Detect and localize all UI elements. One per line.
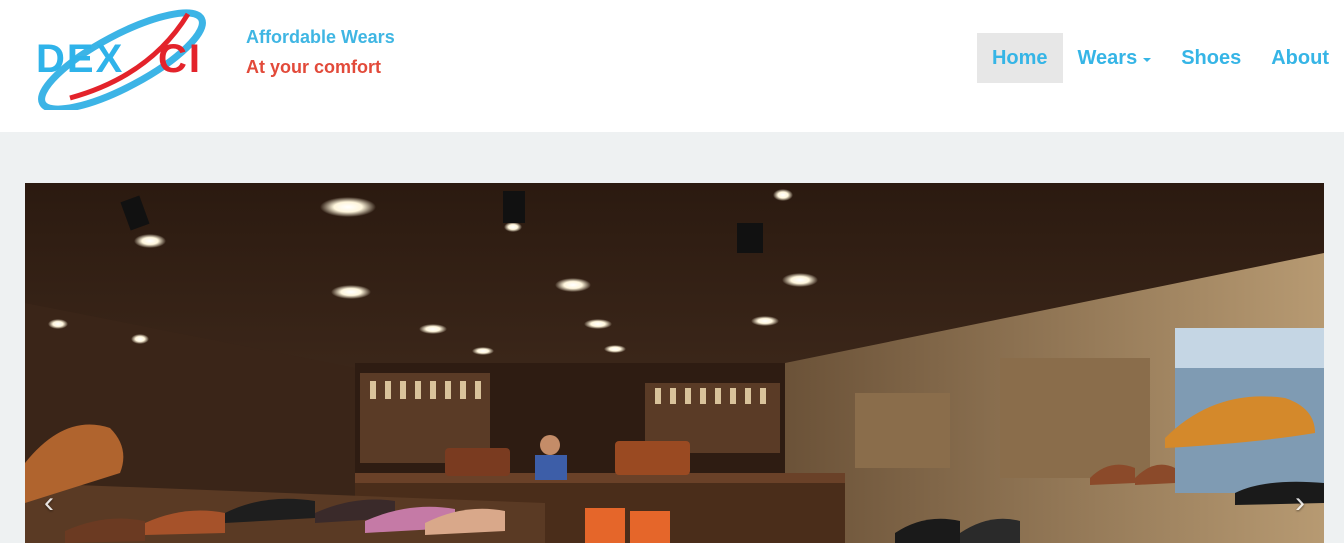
nav-home[interactable]: Home (976, 33, 1063, 83)
nav-wears-dropdown[interactable]: Wears (1063, 33, 1167, 83)
tagline-line-2: At your comfort (246, 57, 381, 77)
main-nav: Home Wears Shoes About (976, 33, 1344, 83)
svg-text:DEX: DEX (36, 37, 124, 81)
nav-about[interactable]: About (1256, 33, 1344, 83)
shoe-store-photo (25, 183, 1324, 543)
nav-wears-label: Wears (1077, 46, 1138, 69)
tagline: Affordable Wears At your comfort (246, 22, 395, 82)
nav-home-label: Home (991, 46, 1048, 69)
tagline-line-1: Affordable Wears (246, 27, 395, 47)
nav-about-label: About (1271, 46, 1329, 69)
nav-shoes[interactable]: Shoes (1166, 33, 1256, 83)
site-header: DEX CI Affordable Wears At your comfort … (0, 0, 1344, 132)
nav-shoes-label: Shoes (1181, 46, 1242, 69)
carousel-prev-icon[interactable]: ‹ (29, 483, 69, 523)
svg-text:CI: CI (158, 37, 202, 81)
hero-carousel[interactable]: ‹ › (25, 183, 1324, 543)
caret-down-icon (1143, 58, 1152, 62)
carousel-next-icon[interactable]: › (1280, 483, 1320, 523)
dexci-logo[interactable]: DEX CI (30, 6, 242, 110)
